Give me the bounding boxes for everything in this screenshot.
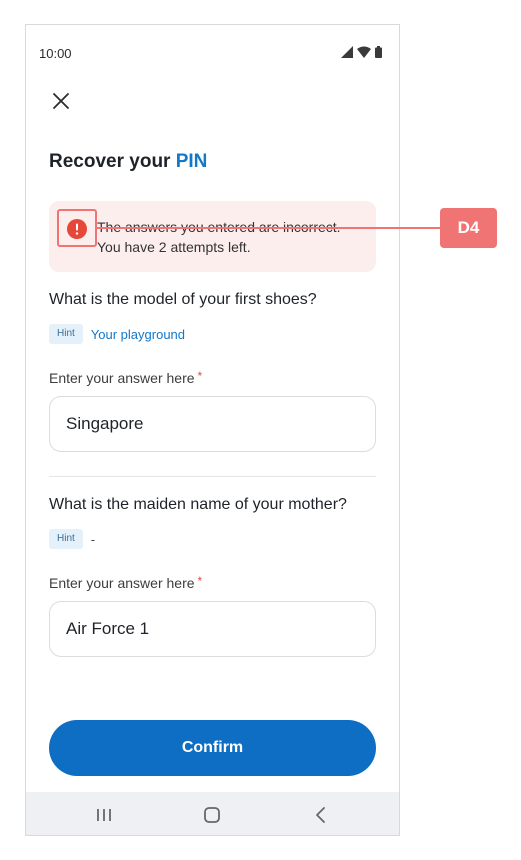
alert-message: The answers you entered are incorrect. Y… — [97, 217, 367, 257]
field-label-text: Enter your answer here — [49, 370, 195, 386]
recent-apps-button[interactable] — [92, 803, 116, 827]
system-nav-bar — [26, 792, 399, 835]
wifi-icon — [357, 46, 371, 58]
phone-screen: 10:00 Recover your PIN The answers you e… — [25, 24, 400, 836]
hint-text: Your playground — [90, 326, 186, 342]
required-mark: * — [197, 369, 203, 383]
confirm-button[interactable]: Confirm — [49, 720, 376, 776]
battery-icon — [375, 46, 382, 58]
divider — [49, 476, 376, 477]
required-mark: * — [197, 574, 203, 588]
answer-field-2[interactable]: Air Force 1 — [49, 601, 376, 657]
field-label-text: Enter your answer here — [49, 575, 195, 591]
status-icons — [341, 46, 382, 58]
close-icon — [53, 93, 69, 109]
recent-apps-icon — [97, 809, 111, 821]
question-1: What is the model of your first shoes? — [49, 291, 317, 308]
back-button[interactable] — [309, 803, 333, 827]
title-prefix: Recover your — [49, 151, 171, 172]
page-title: Recover your PIN — [49, 151, 207, 173]
annotation-highlight-box — [57, 209, 97, 247]
title-accent: PIN — [175, 151, 208, 172]
close-button[interactable] — [49, 89, 73, 113]
annotation-tag: D4 — [440, 208, 497, 248]
status-bar: 10:00 — [26, 25, 399, 81]
hint-row-2: Hint - — [49, 529, 95, 549]
field-label-1: Enter your answer here * — [49, 369, 203, 386]
home-icon — [204, 807, 220, 823]
signal-icon — [341, 46, 353, 58]
field-label-2: Enter your answer here * — [49, 574, 203, 591]
annotation-leader-line — [97, 227, 440, 229]
error-alert: The answers you entered are incorrect. Y… — [49, 201, 376, 272]
hint-row-1: Hint Your playground — [49, 324, 185, 344]
answer-field-1[interactable]: Singapore — [49, 396, 376, 452]
hint-badge: Hint — [49, 529, 83, 549]
question-2: What is the maiden name of your mother? — [49, 496, 347, 513]
alert-line-2: You have 2 attempts left. — [97, 239, 251, 255]
hint-text: - — [90, 531, 96, 547]
back-icon — [316, 807, 325, 823]
hint-badge: Hint — [49, 324, 83, 344]
status-time: 10:00 — [39, 46, 72, 61]
home-button[interactable] — [200, 803, 224, 827]
